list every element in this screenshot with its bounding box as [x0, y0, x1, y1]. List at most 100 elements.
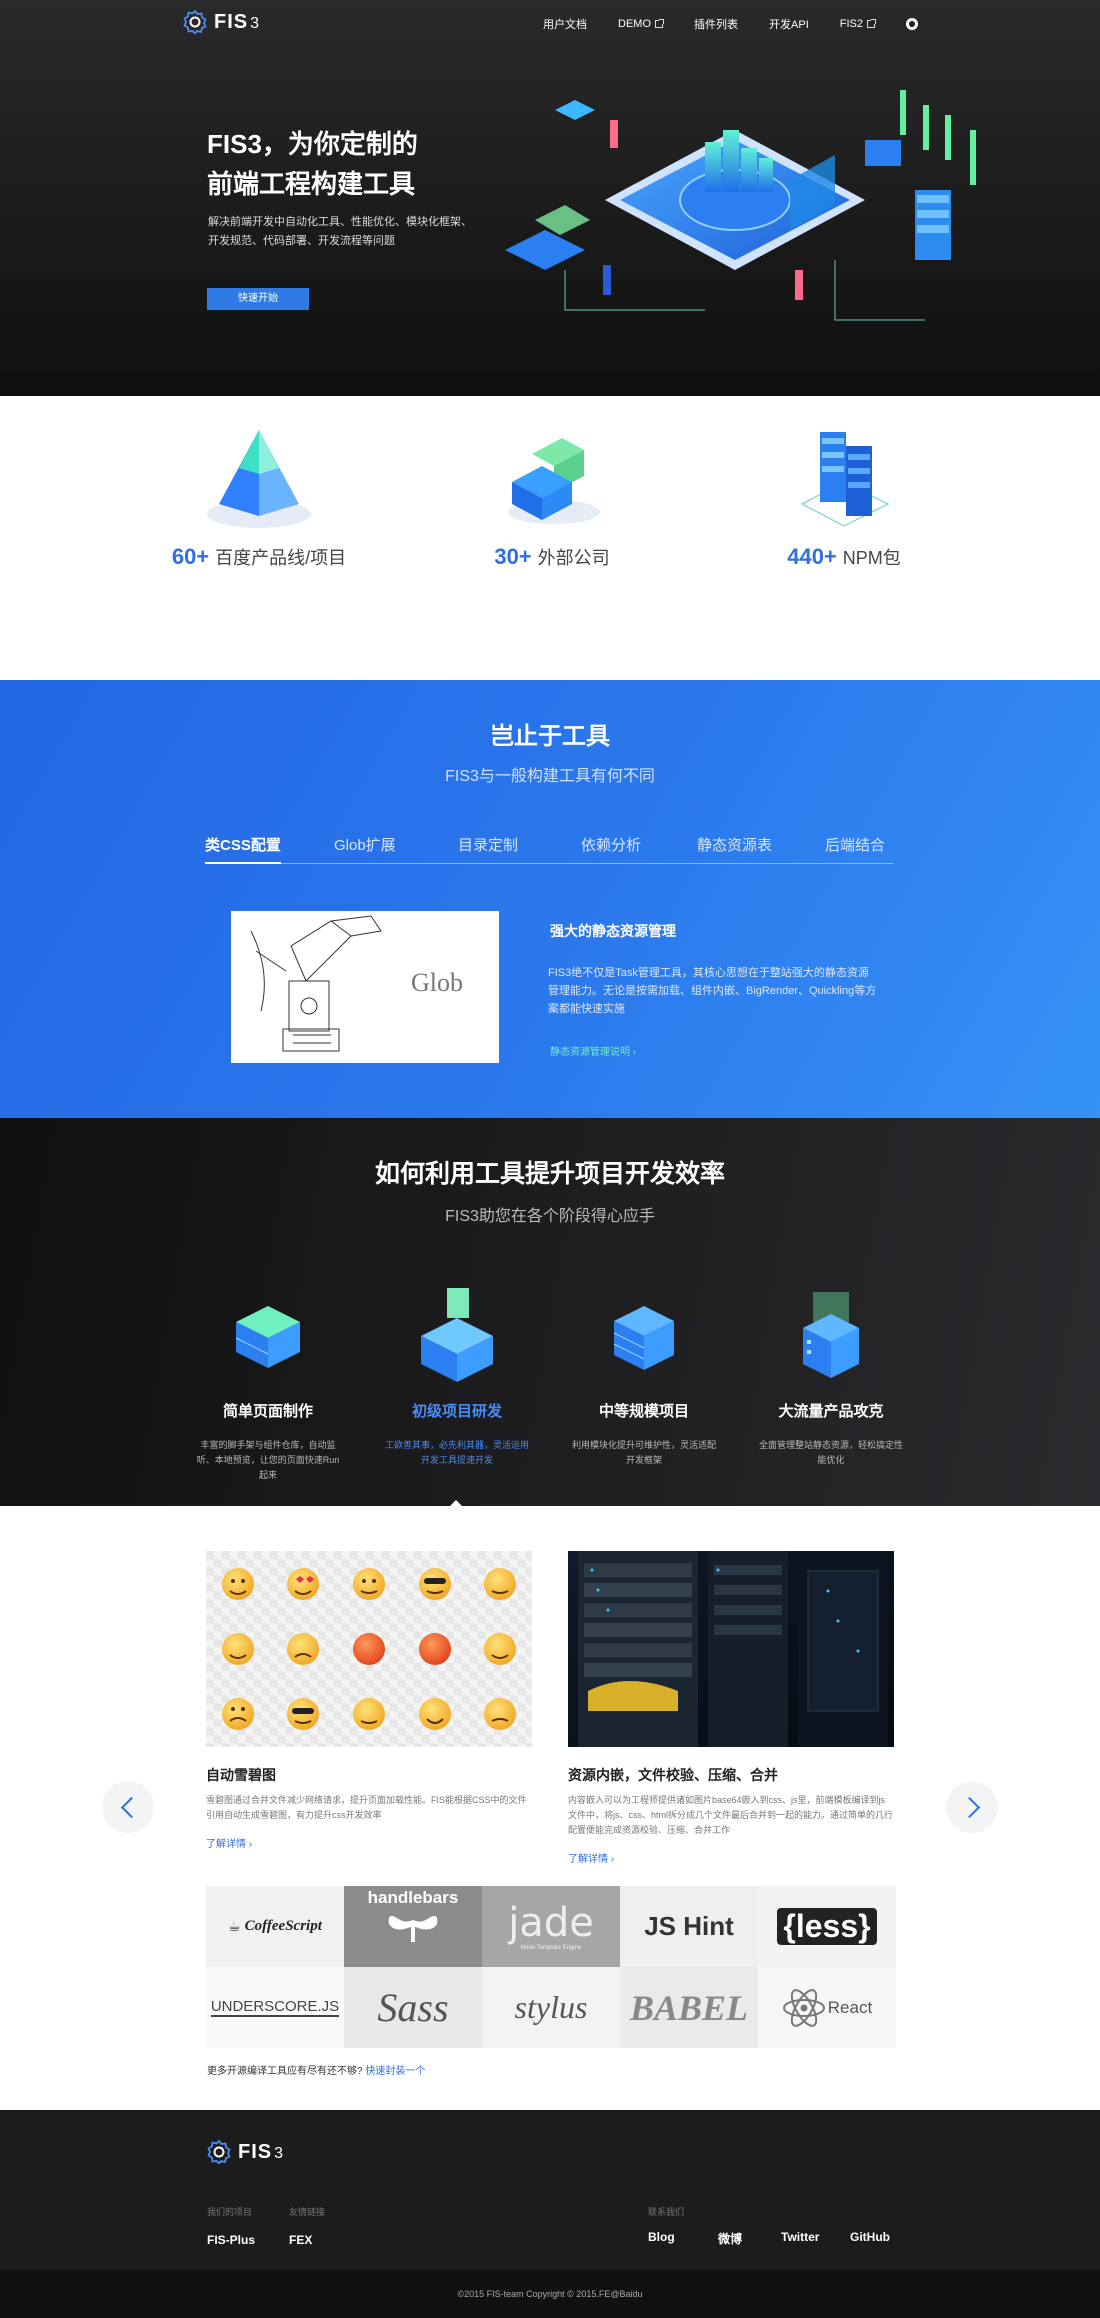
glob-sketch-text: Glob [411, 968, 463, 997]
card-link-label: 了解详情 [206, 1839, 246, 1850]
nav-item-demo[interactable]: DEMO [618, 18, 665, 30]
wrap-tool-link[interactable]: 快速封装一个 [365, 2066, 425, 2077]
tab-dependency[interactable]: 依赖分析 [581, 834, 641, 864]
card-desc: 内容嵌入可以为工程师提供诸如图片base64嵌入到css、js里，前端模板编译到… [568, 1795, 894, 1835]
quick-start-button[interactable]: 快速开始 [207, 288, 309, 310]
footer-link-twitter[interactable]: Twitter [781, 2230, 819, 2244]
card-title: 资源内嵌，文件校验、压缩、合并 [568, 1767, 778, 1783]
card-detail-link[interactable]: 了解详情 › [206, 1835, 532, 1850]
tool-logo-jade[interactable]: jade Node Template Engine [482, 1886, 620, 1967]
tool-logo-text: stylus [514, 1989, 588, 2025]
nav-item-label: 用户文档 [543, 19, 588, 31]
footer-link-github[interactable]: GitHub [850, 2230, 890, 2244]
footer-link-blog[interactable]: Blog [648, 2230, 675, 2244]
tool-logo-text: UNDERSCORE.JS [210, 1998, 340, 2017]
nav-item-docs[interactable]: 用户文档 [543, 16, 587, 32]
stage-name: 初级项目研发 [411, 1403, 502, 1420]
puzzle-cube-icon [508, 438, 600, 524]
hero-section: FIS 3 用户文档 DEMO 插件列表 开发API FIS2 FIS3，为你定制… [0, 0, 1100, 396]
layered-cube-icon [613, 1306, 674, 1370]
hero-title-line1: FIS3，为你定制的 [207, 129, 418, 159]
nav-menu: 用户文档 DEMO 插件列表 开发API FIS2 [512, 16, 918, 32]
cube-document-icon [421, 1288, 493, 1382]
footer-link-fisplus[interactable]: FIS-Plus [207, 2233, 255, 2247]
stat-text: 外部公司 [537, 548, 610, 568]
nav-item-plugins[interactable]: 插件列表 [694, 16, 738, 32]
hero-title-line2: 前端工程构建工具 [207, 169, 416, 199]
tool-logo-less[interactable]: {less} [758, 1886, 896, 1967]
footer-link-weibo[interactable]: 微博 [718, 2230, 742, 2247]
footer-contact-label: 联系我们 [648, 2207, 685, 2217]
carousel-next-button[interactable] [946, 1781, 998, 1833]
logo-text: FIS [238, 2140, 273, 2163]
logo-text: FIS [214, 10, 249, 33]
stage-name: 中等规模项目 [598, 1403, 689, 1420]
tool-logo-sass[interactable]: Sass [344, 1967, 482, 2048]
chevron-right-icon: › [610, 1854, 615, 1865]
feature-card-embed: 资源内嵌，文件校验、压缩、合并 内容嵌入可以为工程师提供诸如图片base64嵌入… [568, 1551, 894, 1865]
tab-backend[interactable]: 后端结合 [825, 834, 885, 864]
nav-item-fis2[interactable]: FIS2 [840, 18, 876, 30]
sprite-emoji-grid [206, 1551, 532, 1747]
stage-name: 简单页面制作 [222, 1403, 313, 1420]
feature-card-sprite: 自动雪碧图 雪碧图通过合并文件减少网络请求，提升页面加载性能。FIS能根据CSS… [206, 1551, 532, 1850]
tool-logo-subtext: Node Template Engine [520, 1944, 582, 1951]
tool-logo-react[interactable]: React [758, 1967, 896, 2048]
card-detail-link[interactable]: 了解详情 › [568, 1850, 894, 1865]
footer-link-fex[interactable]: FEX [289, 2233, 312, 2247]
stage-desc: 全面管理整站静态资源，轻松搞定性能优化 [758, 1440, 903, 1465]
tab-resource-map[interactable]: 静态资源表 [697, 834, 772, 864]
external-link-icon [655, 19, 665, 28]
tool-logo-handlebars[interactable]: handlebars [344, 1886, 482, 1967]
server-tower-icon [803, 1292, 859, 1378]
logo-version: 3 [274, 2144, 285, 2162]
stat-number: 440+ [787, 544, 837, 569]
efficiency-subtitle: FIS3助您在各个阶段得心应手 [445, 1208, 655, 1225]
stat-number: 30+ [494, 544, 532, 569]
fis-gear-icon [183, 9, 207, 35]
server-room-photo [568, 1551, 894, 1747]
tool-logo-text: React [827, 1997, 873, 2017]
tool-logo-text: jade [508, 1899, 594, 1946]
hero-title: FIS3，为你定制的 前端工程构建工具 [207, 124, 418, 204]
tab-glob[interactable]: Glob扩展 [334, 834, 396, 864]
tool-logo-jshint[interactable]: JS Hint [620, 1886, 758, 1967]
tool-logo-underscore[interactable]: UNDERSCORE.JS [206, 1967, 344, 2048]
react-atom-icon [782, 1988, 825, 2027]
tool-logo-text: JS Hint [644, 1911, 734, 1941]
feature-detail-link[interactable]: 静态资源管理说明 › [550, 1043, 636, 1058]
tool-logo-babel[interactable]: BABEL [620, 1967, 758, 2048]
tool-logo-text: Sass [377, 1985, 449, 2030]
stat-number: 60+ [171, 544, 210, 569]
github-icon[interactable] [906, 18, 918, 30]
card-title: 自动雪碧图 [206, 1767, 276, 1783]
tab-css-config[interactable]: 类CSS配置 [205, 834, 281, 864]
stage-desc: 丰富的脚手架与组件仓库，自动监听、本地预览，让您的页面快速Run起来 [196, 1440, 340, 1480]
stage-name: 大流量产品攻克 [778, 1403, 884, 1420]
emoji-sprite-image [206, 1551, 532, 1747]
tab-directory[interactable]: 目录定制 [458, 834, 518, 864]
top-nav: FIS 3 用户文档 DEMO 插件列表 开发API FIS2 [0, 0, 1100, 46]
feature-body: FIS3绝不仅是Task管理工具，其核心思想在于整站强大的静态资源管理能力。无论… [548, 967, 877, 1015]
feature-link-label: 静态资源管理说明 [550, 1047, 630, 1058]
footer-logo[interactable]: FIS 3 [207, 2139, 285, 2165]
features-section: 岂止于工具 FIS3与一般构建工具有何不同 类CSS配置 Glob扩展 目录定制… [0, 680, 1100, 1118]
hero-description: 解决前端开发中自动化工具、性能优化、模块化框架、开发规范、代码部署、开发流程等问… [208, 216, 472, 247]
feature-heading: 强大的静态资源管理 [550, 923, 676, 939]
tool-logo-stylus[interactable]: stylus [482, 1967, 620, 2048]
copyright-bar: ©2015 FIS-team Copyright © 2015.FE@Baidu [0, 2270, 1100, 2318]
fis-logo[interactable]: FIS 3 [183, 9, 261, 35]
robot-arm-sketch: Glob [231, 911, 499, 1063]
nav-item-api[interactable]: 开发API [769, 16, 809, 32]
external-link-icon [867, 19, 876, 28]
chevron-right-icon: › [632, 1047, 637, 1058]
cube-stack-icon [235, 1306, 300, 1368]
tool-logo-coffeescript[interactable]: ☕ CoffeeScript [206, 1886, 344, 1967]
stat-label: 440+ NPM包 [729, 544, 959, 570]
logo-version: 3 [250, 14, 261, 32]
features-title: 岂止于工具 [490, 723, 610, 750]
carousel-prev-button[interactable] [102, 1781, 154, 1833]
stat-text: NPM包 [842, 548, 901, 568]
more-tools-text: 更多开源编译工具应有尽有还不够? 快速封装一个 [207, 2062, 425, 2077]
efficiency-section: 如何利用工具提升项目开发效率 FIS3助您在各个阶段得心应手 简单页面制作 丰富… [0, 1118, 1100, 1506]
